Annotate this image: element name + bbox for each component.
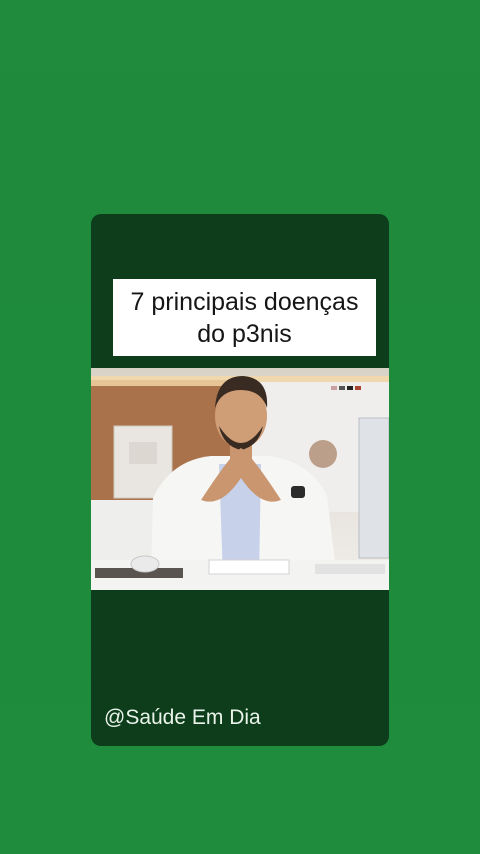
video-card[interactable]: 7 principais doenças do p3nis @Saúde Em … <box>91 214 389 746</box>
channel-handle: @Saúde Em Dia <box>104 706 261 729</box>
video-caption: 7 principais doenças do p3nis <box>113 279 376 356</box>
video-frame[interactable] <box>91 368 389 590</box>
caption-line-1: 7 principais doenças <box>130 287 359 316</box>
monitor <box>358 417 389 559</box>
caption-line-2: do p3nis <box>197 319 292 348</box>
doctor-office-scene <box>91 376 389 590</box>
story-page: 7 principais doenças do p3nis @Saúde Em … <box>0 0 480 854</box>
